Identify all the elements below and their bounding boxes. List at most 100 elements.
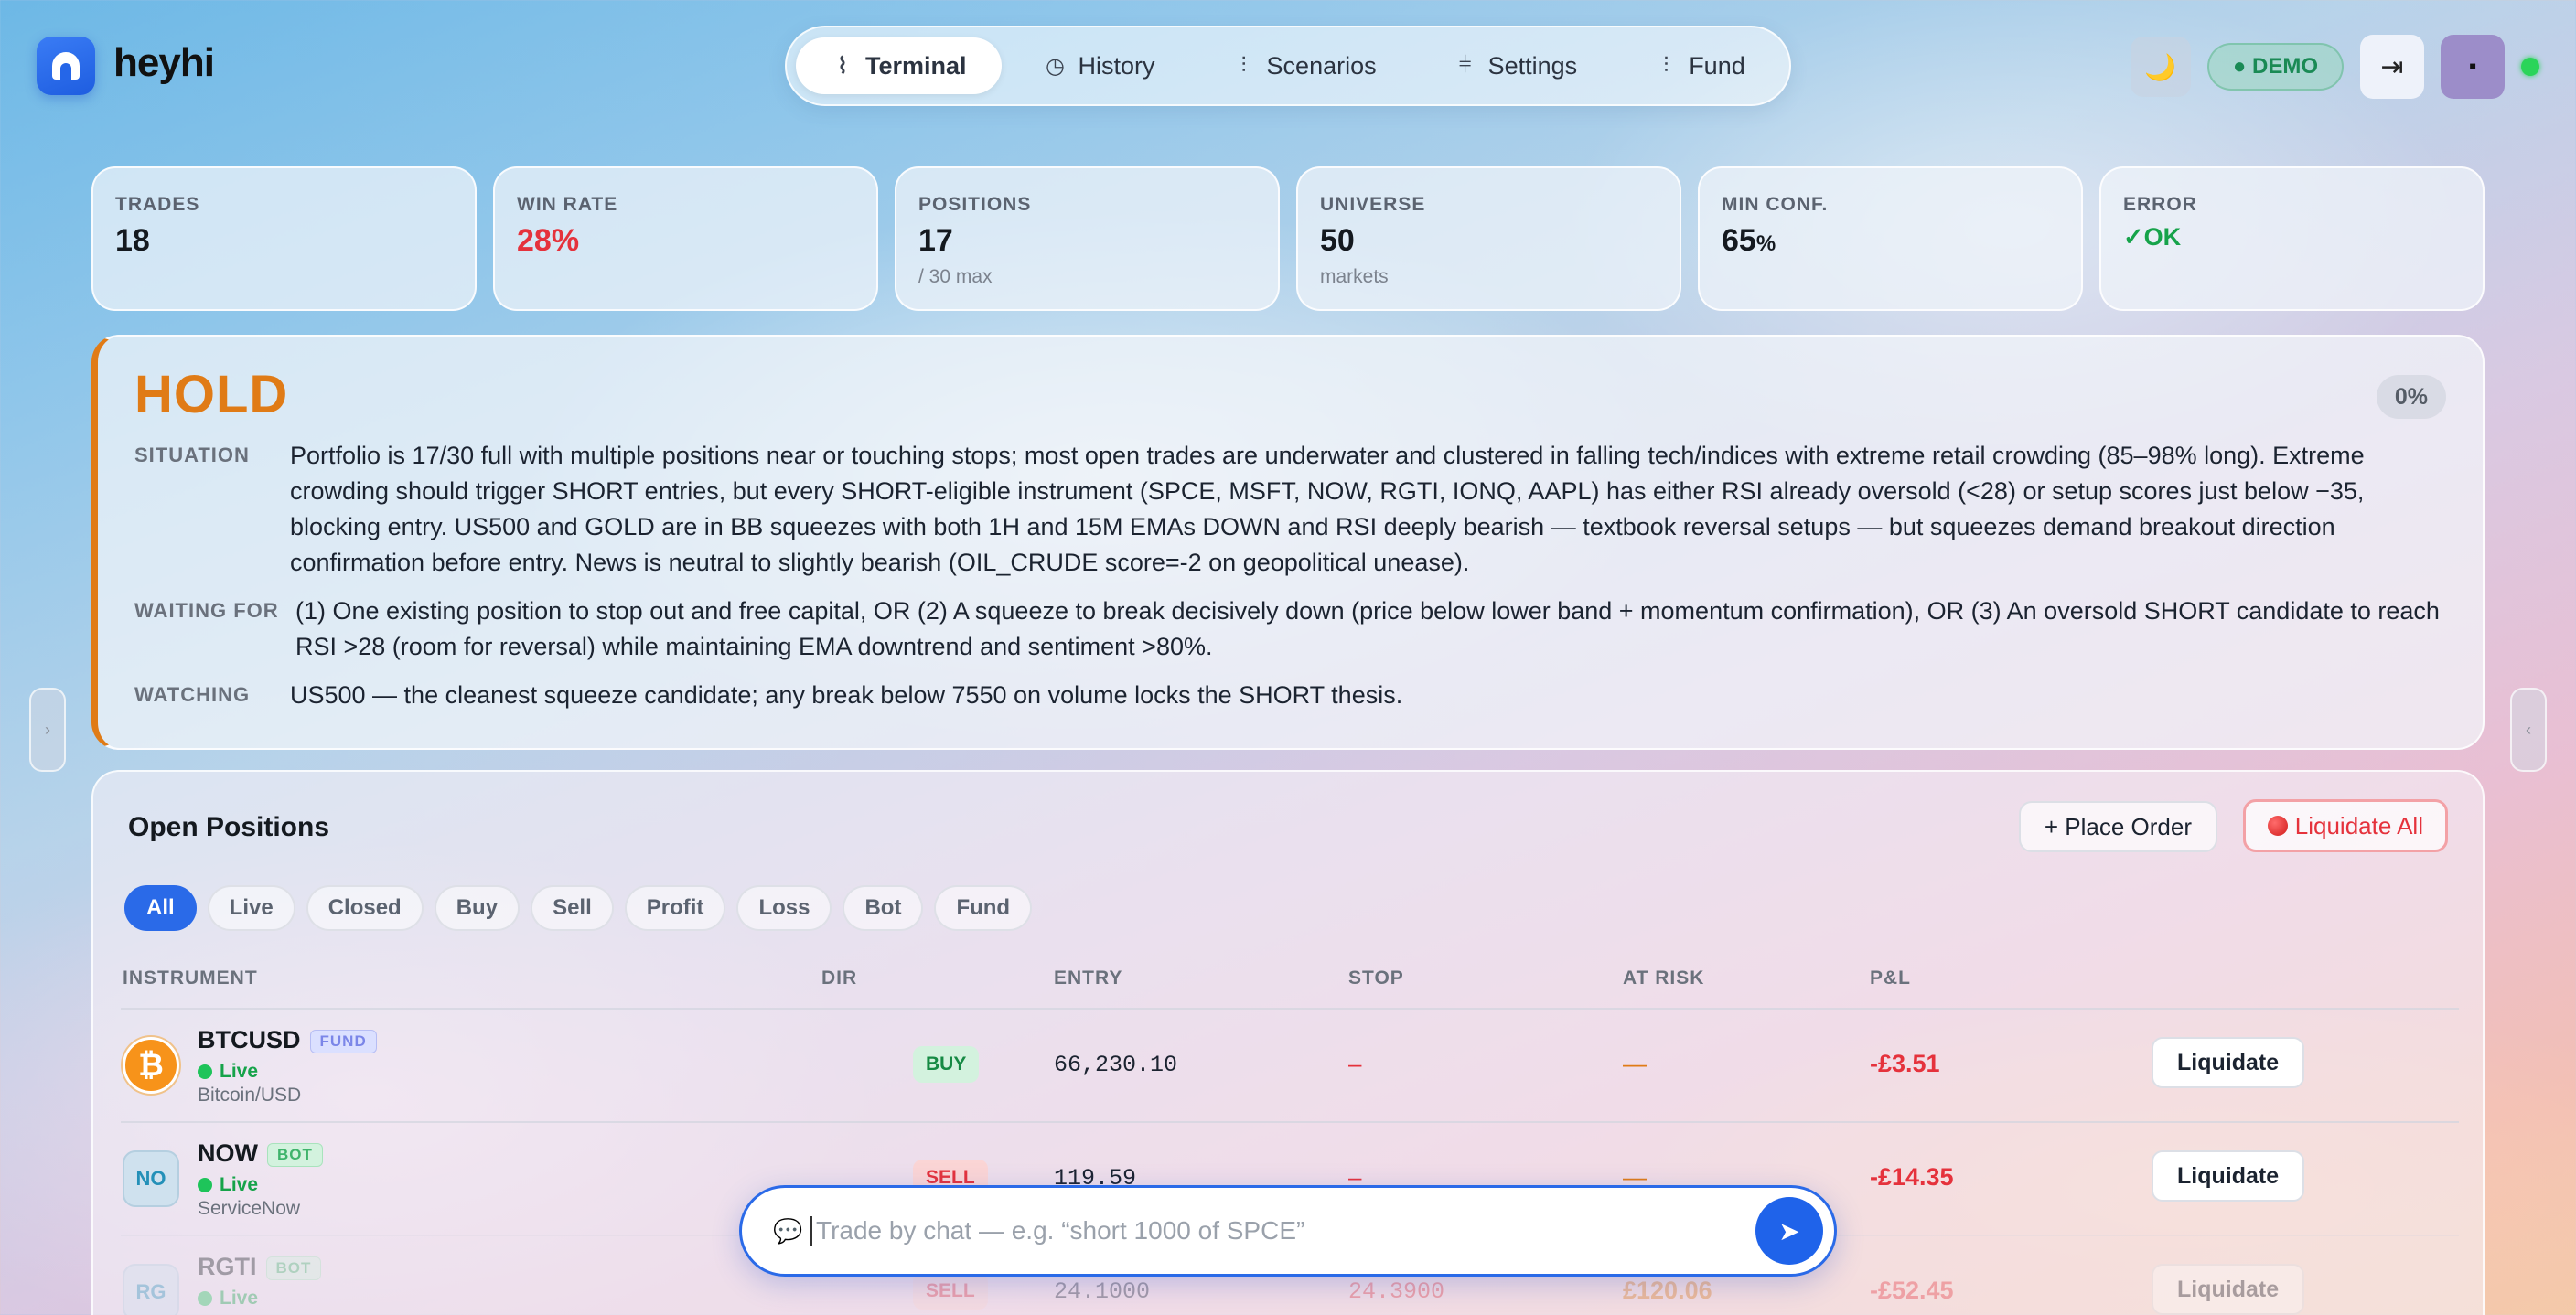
logout-icon: ⇥ [2380,51,2404,82]
decision-card: HOLD 0% SITUATION Portfolio is 17/30 ful… [91,335,2485,750]
tab-settings[interactable]: ⫩ Settings [1419,37,1613,94]
stat-value-wrap: 65% [1722,223,2059,259]
position-filters: All Live Closed Buy Sell Profit Loss Bot… [124,885,1033,931]
filter-live[interactable]: Live [207,885,295,931]
col-at-risk[interactable]: AT RISK [1623,968,1704,989]
tab-label: History [1078,51,1155,80]
filter-sell[interactable]: Sell [531,885,614,931]
logo[interactable] [37,37,95,95]
activity-icon: ⌇ [837,53,848,79]
chevron-right-icon: › [45,720,50,739]
brand-name: heyhi [113,40,215,85]
pnl-value: -£14.35 [1870,1163,1954,1191]
live-label: Live [220,1174,259,1195]
stat-value: 50 [1320,223,1355,258]
theme-toggle-button[interactable]: 🌙 [2130,37,2191,97]
watching-row: WATCHING US500 — the cleanest squeeze ca… [134,678,2446,713]
tab-fund[interactable]: ⫶ Fund [1619,37,1780,94]
col-dir[interactable]: DIR [821,968,857,989]
stat-label: POSITIONS [918,194,1032,215]
col-instrument[interactable]: INSTRUMENT [123,968,258,989]
pnl-value: -£3.51 [1870,1050,1940,1077]
fund-tag: FUND [309,1029,377,1053]
live-label: Live [220,1061,259,1082]
signal-icon: ⫶ [1663,53,1669,78]
filter-bot[interactable]: Bot [843,885,924,931]
bot-tag: BOT [265,1256,322,1280]
stat-label: TRADES [115,194,200,215]
avatar-icon: ▪ [2468,54,2477,79]
col-entry[interactable]: ENTRY [1054,968,1122,989]
left-panel-handle[interactable]: › [29,688,66,772]
liquidate-button[interactable]: Liquidate [2152,1264,2305,1315]
ticker-icon: NO [123,1150,179,1207]
alert-dot-icon [2267,816,2288,836]
sliders-icon: ⫩ [1458,53,1472,78]
filter-profit[interactable]: Profit [624,885,726,931]
entry-price: 66,230.10 [1054,1052,1178,1078]
live-dot-icon [198,1178,212,1192]
stat-trades: TRADES 18 [91,166,477,311]
instrument-name: Bitcoin/USD [198,1085,302,1106]
tab-scenarios[interactable]: ⫶ Scenarios [1197,37,1411,94]
filter-loss[interactable]: Loss [736,885,832,931]
liquidate-button[interactable]: Liquidate [2152,1037,2305,1088]
situation-row: SITUATION Portfolio is 17/30 full with m… [134,438,2446,581]
waiting-row: WAITING FOR (1) One existing position to… [134,593,2446,665]
logout-button[interactable]: ⇥ [2360,35,2424,99]
filter-all[interactable]: All [124,885,197,931]
direction-badge: BUY [913,1046,980,1083]
chat-bubble-icon: 💬 [773,1216,803,1245]
trade-chat-input[interactable] [810,1216,1755,1246]
place-order-button[interactable]: + Place Order [2018,801,2217,852]
online-status-dot [2521,58,2539,76]
watching-label: WATCHING [134,683,251,706]
stat-min-conf: MIN CONF. 65% [1698,166,2083,311]
col-stop[interactable]: STOP [1348,968,1404,989]
liquidate-all-button[interactable]: Liquidate All [2242,799,2448,852]
stat-sub: markets [1320,266,1389,287]
header-actions: 🌙 ● DEMO ⇥ ▪ [2130,35,2539,99]
moon-icon: 🌙 [2144,52,2177,81]
tab-terminal[interactable]: ⌇ Terminal [796,37,1002,94]
at-risk-value: £120.06 [1623,1277,1712,1304]
stat-universe: UNIVERSE 50 markets [1296,166,1681,311]
live-status: Live [198,1288,258,1310]
decision-action: HOLD [134,365,289,424]
waiting-text: (1) One existing position to stop out an… [295,597,2440,660]
table-row[interactable]: ₿ BTCUSD FUND Live Bitcoin/USD BUY 66,230… [121,1008,2459,1121]
send-button[interactable]: ➤ [1755,1197,1823,1265]
bar-chart-icon: ⫶ [1240,53,1247,78]
live-dot-icon [198,1064,212,1079]
live-status: Live [198,1061,258,1083]
stop-value: – [1348,1050,1362,1077]
situation-label: SITUATION [134,444,250,466]
watching-text: US500 — the cleanest squeeze candidate; … [290,681,1403,709]
symbol-text: RGTI [198,1253,257,1280]
live-status: Live [198,1174,258,1196]
stats-bar: TRADES 18 WIN RATE 28% POSITIONS 17 / 30… [91,166,2485,311]
logo-icon [52,52,80,80]
instrument-symbol: NOW BOT [198,1139,323,1168]
tab-label: Terminal [865,51,967,80]
tab-label: Scenarios [1266,51,1377,80]
stat-value: 17 [918,223,953,258]
stat-label: UNIVERSE [1320,194,1426,215]
stop-value: 24.3900 [1348,1278,1445,1305]
ticker-icon: RG [123,1264,179,1315]
col-pnl[interactable]: P&L [1870,968,1911,989]
filter-buy[interactable]: Buy [434,885,521,931]
symbol-text: NOW [198,1139,258,1167]
tab-history[interactable]: ◷ History [1009,37,1190,94]
instrument-symbol: RGTI BOT [198,1253,322,1281]
filter-closed[interactable]: Closed [306,885,424,931]
filter-fund[interactable]: Fund [934,885,1033,931]
avatar[interactable]: ▪ [2441,35,2505,99]
stat-label: MIN CONF. [1722,194,1829,215]
right-panel-handle[interactable]: ‹ [2510,688,2547,772]
liquidate-button[interactable]: Liquidate [2152,1150,2305,1202]
trade-chat-bar: 💬 ➤ [739,1185,1837,1277]
demo-badge[interactable]: ● DEMO [2206,43,2344,91]
live-label: Live [220,1288,259,1309]
chevron-left-icon: ‹ [2526,720,2531,739]
